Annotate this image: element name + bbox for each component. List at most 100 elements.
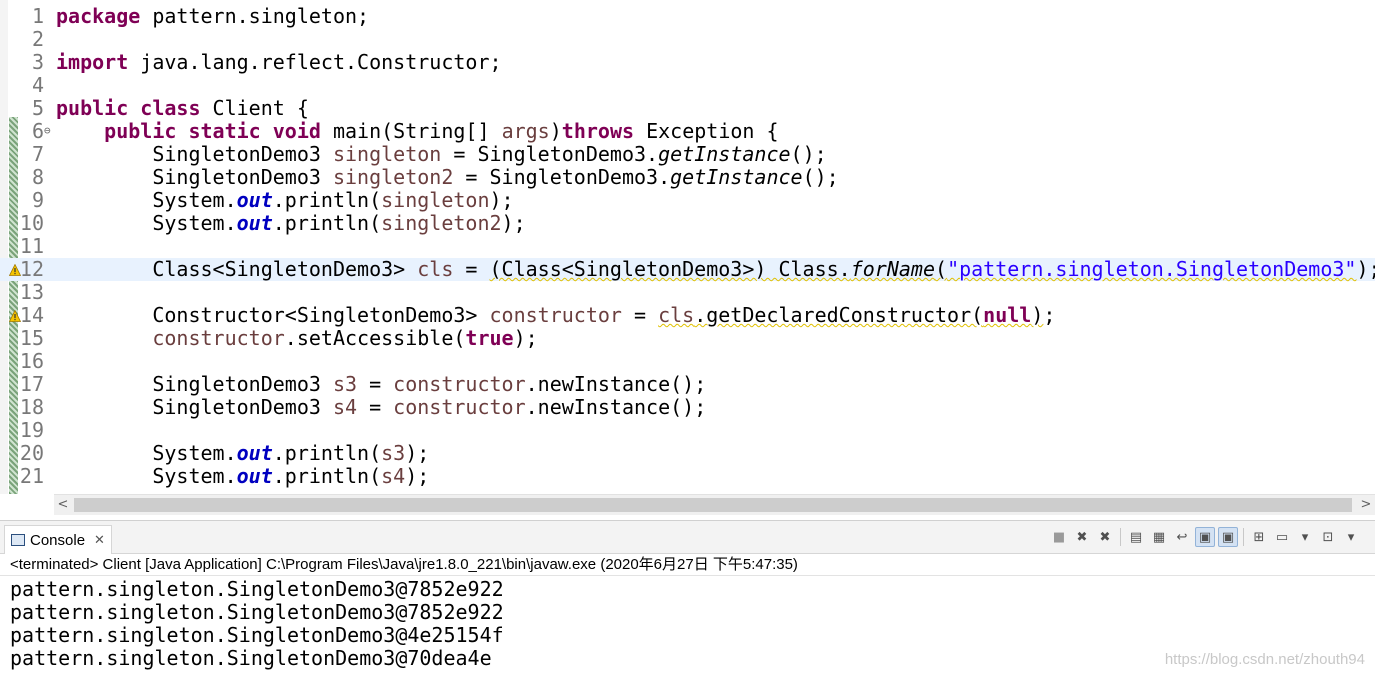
- line-number: 2: [31, 27, 44, 51]
- warning-icon[interactable]: [9, 310, 21, 322]
- console-status: <terminated> Client [Java Application] C…: [10, 556, 798, 573]
- display-selected-console-icon[interactable]: ▭: [1272, 527, 1292, 547]
- scroll-lock-icon[interactable]: ▦: [1149, 527, 1169, 547]
- remove-all-terminated-icon[interactable]: ✖: [1095, 527, 1115, 547]
- code-text: public class Client {: [56, 97, 309, 120]
- remove-launch-icon[interactable]: ✖: [1072, 527, 1092, 547]
- code-token: SingletonDemo3: [56, 142, 333, 166]
- warning-icon[interactable]: [9, 264, 21, 276]
- show-on-stderr-icon[interactable]: ▣: [1218, 527, 1238, 547]
- code-token: );: [405, 441, 430, 465]
- display-dropdown-icon[interactable]: ▾: [1295, 527, 1315, 547]
- code-token: );: [513, 326, 538, 350]
- console-output-line: pattern.singleton.SingletonDemo3@7852e92…: [10, 600, 504, 624]
- code-text: SingletonDemo3 s3 = constructor.newInsta…: [56, 373, 706, 396]
- code-line[interactable]: 13: [0, 281, 1375, 304]
- code-line[interactable]: 6 ⊖ public static void main(String[] args…: [0, 120, 1375, 143]
- open-console-dropdown-icon[interactable]: ▾: [1341, 527, 1361, 547]
- code-token: .println(: [272, 188, 382, 212]
- code-line[interactable]: 15 constructor.setAccessible(true);: [0, 327, 1375, 350]
- toolbar-separator: [1120, 528, 1121, 546]
- code-token: class: [140, 96, 201, 120]
- code-line[interactable]: 16: [0, 350, 1375, 373]
- code-text: constructor.setAccessible(true);: [56, 326, 538, 350]
- code-token: package: [56, 4, 141, 28]
- pin-console-icon[interactable]: ⊞: [1249, 527, 1269, 547]
- code-line[interactable]: 1 package pattern.singleton;: [0, 5, 1375, 28]
- code-token: ();: [790, 142, 827, 166]
- code-token: System.: [56, 188, 237, 212]
- code-token: forName: [850, 257, 936, 281]
- line-number: 20: [19, 441, 44, 465]
- code-line[interactable]: 5 public class Client {: [0, 97, 1375, 120]
- line-number: 7: [31, 142, 44, 166]
- code-line[interactable]: 4: [0, 74, 1375, 97]
- code-line[interactable]: 18 SingletonDemo3 s4 = constructor.newIn…: [0, 396, 1375, 419]
- code-token: cls: [417, 257, 454, 281]
- code-line[interactable]: 7 SingletonDemo3 singleton = SingletonDe…: [0, 143, 1375, 166]
- code-text: System.out.println(singleton);: [56, 188, 514, 212]
- code-token: static: [188, 119, 261, 143]
- line-number: 13: [19, 280, 44, 304]
- code-token: constructor: [393, 395, 526, 419]
- code-line[interactable]: 11: [0, 235, 1375, 258]
- code-line[interactable]: 17 SingletonDemo3 s3 = constructor.newIn…: [0, 373, 1375, 396]
- code-token: import: [56, 50, 129, 74]
- line-number: 6: [31, 119, 44, 143]
- code-token: Client {: [200, 96, 309, 120]
- line-number: 18: [19, 395, 44, 419]
- terminate-icon[interactable]: ■: [1049, 527, 1069, 547]
- code-token: );: [489, 188, 514, 212]
- word-wrap-icon[interactable]: ↩: [1172, 527, 1192, 547]
- code-line[interactable]: 21 System.out.println(s4);: [0, 465, 1375, 488]
- code-text: System.out.println(s3);: [56, 442, 429, 465]
- code-line[interactable]: 20 System.out.println(s3);: [0, 442, 1375, 465]
- show-on-stdout-icon[interactable]: ▣: [1195, 527, 1215, 547]
- code-line[interactable]: 19: [0, 419, 1375, 442]
- code-token: java.lang.reflect.Constructor;: [128, 50, 502, 74]
- code-token: s3: [381, 441, 406, 465]
- code-token: .setAccessible(: [284, 326, 466, 350]
- open-console-icon[interactable]: ⊡: [1318, 527, 1338, 547]
- clear-console-icon[interactable]: ▤: [1126, 527, 1146, 547]
- divider: [0, 575, 1375, 576]
- code-token: constructor: [152, 326, 285, 350]
- code-line[interactable]: 10 System.out.println(singleton2);: [0, 212, 1375, 235]
- scrollbar-thumb[interactable]: [74, 498, 1352, 512]
- line-number: 17: [19, 372, 44, 396]
- scroll-left-arrow-icon[interactable]: <: [54, 495, 72, 515]
- code-line[interactable]: 12 Class<SingletonDemo3> cls = (Class<Si…: [0, 258, 1375, 281]
- console-output-line: pattern.singleton.SingletonDemo3@4e25154…: [10, 623, 504, 647]
- code-token: = SingletonDemo3.: [441, 142, 659, 166]
- horizontal-scrollbar[interactable]: < >: [54, 494, 1375, 515]
- line-number: 5: [31, 96, 44, 120]
- code-token: ): [1031, 303, 1044, 327]
- code-text: SingletonDemo3 singleton = SingletonDemo…: [56, 142, 827, 166]
- code-token: .newInstance();: [525, 372, 707, 396]
- code-token: SingletonDemo3: [56, 395, 333, 419]
- line-number: 3: [31, 50, 44, 74]
- line-number: 14: [19, 303, 44, 327]
- line-number: 10: [19, 211, 44, 235]
- code-token: singleton: [381, 188, 490, 212]
- code-line[interactable]: 8 SingletonDemo3 singleton2 = SingletonD…: [0, 166, 1375, 189]
- code-line[interactable]: 9 System.out.println(singleton);: [0, 189, 1375, 212]
- code-line[interactable]: 2: [0, 28, 1375, 51]
- tab-console[interactable]: Console ✕: [4, 525, 112, 554]
- code-line[interactable]: 14 Constructor<SingletonDemo3> construct…: [0, 304, 1375, 327]
- line-number: 1: [31, 4, 44, 28]
- code-token: s4: [332, 395, 358, 419]
- fold-toggle-icon[interactable]: ⊖: [44, 125, 51, 137]
- code-token: ;: [1043, 303, 1056, 327]
- code-token: cls: [658, 303, 695, 327]
- code-editor[interactable]: 1 package pattern.singleton; 2 3 import java…: [0, 0, 1375, 494]
- code-line[interactable]: 3 import java.lang.reflect.Constructor;: [0, 51, 1375, 74]
- code-token: =: [357, 395, 394, 419]
- code-token: constructor: [489, 303, 622, 327]
- code-token: getInstance: [670, 165, 803, 189]
- scroll-right-arrow-icon[interactable]: >: [1357, 495, 1375, 515]
- close-icon[interactable]: ✕: [94, 532, 105, 548]
